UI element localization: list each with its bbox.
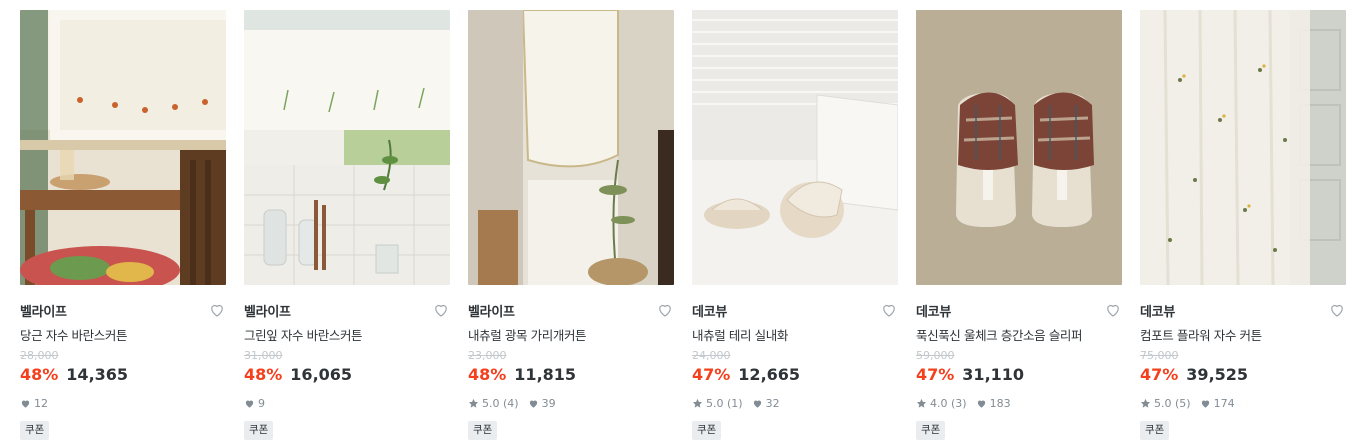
original-price: 28,000: [20, 349, 59, 362]
sale-price: 16,065: [290, 365, 353, 384]
product-grid: 벨라이프 당근 자수 바란스커튼 28,000 48% 14,365 12 쿠폰: [20, 10, 1346, 440]
like-count: 39: [541, 396, 556, 410]
coupon-badge: 쿠폰: [692, 421, 722, 440]
rating: 5.0: [482, 396, 500, 410]
product-card[interactable]: 벨라이프 그린잎 자수 바란스커튼 31,000 48% 16,065 9 쿠폰: [244, 10, 450, 440]
heart-filled-icon: [529, 400, 537, 408]
coupon-badge: 쿠폰: [244, 421, 274, 440]
review-count: (1): [727, 396, 743, 410]
product-photo: [20, 10, 226, 285]
original-price: 23,000: [468, 349, 507, 362]
star-icon: [1140, 398, 1151, 408]
original-price: 31,000: [244, 349, 283, 362]
heart-filled-icon: [753, 400, 761, 408]
original-price: 59,000: [916, 349, 955, 362]
heart-icon[interactable]: [208, 301, 226, 319]
rating: 4.0: [930, 396, 948, 410]
original-price: 75,000: [1140, 349, 1179, 362]
like-count: 174: [1213, 396, 1235, 410]
star-icon: [468, 398, 479, 408]
star-icon: [916, 398, 927, 408]
coupon-badge: 쿠폰: [1140, 421, 1170, 440]
product-image[interactable]: [468, 10, 674, 285]
product-image[interactable]: [916, 10, 1122, 285]
product-photo: [916, 10, 1122, 285]
product-card[interactable]: 벨라이프 당근 자수 바란스커튼 28,000 48% 14,365 12 쿠폰: [20, 10, 226, 440]
product-name[interactable]: 그린잎 자수 바란스커튼: [244, 325, 450, 343]
brand-name[interactable]: 벨라이프: [244, 301, 291, 320]
sale-price: 31,110: [962, 365, 1025, 384]
product-name[interactable]: 내츄럴 테리 실내화: [692, 325, 898, 343]
product-photo: [692, 10, 898, 285]
heart-filled-icon: [245, 400, 254, 408]
brand-name[interactable]: 벨라이프: [468, 301, 515, 320]
like-count: 183: [989, 396, 1011, 410]
like-count: 9: [258, 396, 265, 410]
rating: 5.0: [706, 396, 724, 410]
star-icon: [692, 398, 703, 408]
product-name[interactable]: 푹신푹신 울체크 층간소음 슬리퍼: [916, 325, 1122, 343]
rating: 5.0: [1154, 396, 1172, 410]
product-card[interactable]: 벨라이프 내츄럴 광목 가리개커튼 23,000 48% 11,815 5.0 …: [468, 10, 674, 440]
original-price: 24,000: [692, 349, 731, 362]
heart-icon[interactable]: [1104, 301, 1122, 319]
product-image[interactable]: [20, 10, 226, 285]
heart-filled-icon: [1201, 400, 1209, 408]
product-name[interactable]: 당근 자수 바란스커튼: [20, 325, 226, 343]
discount-rate: 48%: [244, 365, 283, 384]
like-count: 12: [34, 396, 48, 410]
review-count: (3): [951, 396, 967, 410]
heart-icon[interactable]: [1328, 301, 1346, 319]
discount-rate: 48%: [20, 365, 59, 384]
product-image[interactable]: [244, 10, 450, 285]
sale-price: 39,525: [1186, 365, 1249, 384]
coupon-badge: 쿠폰: [916, 421, 946, 440]
coupon-badge: 쿠폰: [468, 421, 498, 440]
heart-filled-icon: [977, 400, 985, 408]
product-image[interactable]: [692, 10, 898, 285]
heart-icon[interactable]: [656, 301, 674, 319]
discount-rate: 47%: [916, 365, 955, 384]
brand-name[interactable]: 벨라이프: [20, 301, 67, 320]
brand-name[interactable]: 데코뷰: [916, 301, 951, 320]
product-photo: [468, 10, 674, 285]
discount-rate: 47%: [1140, 365, 1179, 384]
like-count: 32: [765, 396, 780, 410]
product-photo: [244, 10, 450, 285]
coupon-badge: 쿠폰: [20, 421, 50, 440]
product-card[interactable]: 데코뷰 내츄럴 테리 실내화 24,000 47% 12,665 5.0 (1)…: [692, 10, 898, 440]
sale-price: 11,815: [514, 365, 577, 384]
review-count: (5): [1175, 396, 1191, 410]
product-photo: [1140, 10, 1346, 285]
product-card[interactable]: 데코뷰 컴포트 플라워 자수 커튼 75,000 47% 39,525 5.0 …: [1140, 10, 1346, 440]
heart-filled-icon: [21, 400, 30, 408]
product-name[interactable]: 컴포트 플라워 자수 커튼: [1140, 325, 1346, 343]
brand-name[interactable]: 데코뷰: [692, 301, 727, 320]
heart-icon[interactable]: [432, 301, 450, 319]
product-card[interactable]: 데코뷰 푹신푹신 울체크 층간소음 슬리퍼 59,000 47% 31,110 …: [916, 10, 1122, 440]
discount-rate: 48%: [468, 365, 507, 384]
sale-price: 14,365: [66, 365, 129, 384]
product-name[interactable]: 내츄럴 광목 가리개커튼: [468, 325, 674, 343]
brand-name[interactable]: 데코뷰: [1140, 301, 1175, 320]
sale-price: 12,665: [738, 365, 801, 384]
discount-rate: 47%: [692, 365, 731, 384]
product-image[interactable]: [1140, 10, 1346, 285]
review-count: (4): [503, 396, 519, 410]
heart-icon[interactable]: [880, 301, 898, 319]
